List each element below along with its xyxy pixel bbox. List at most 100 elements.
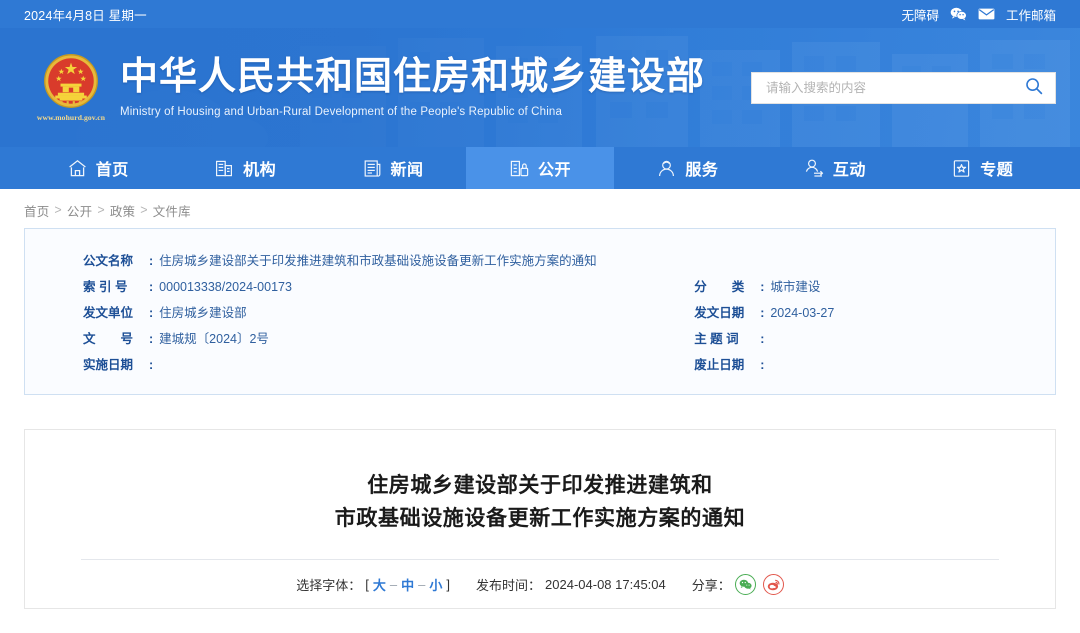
metadata-row-effective-date: 实施日期 : [83,352,684,378]
metadata-colon: : [149,332,154,346]
wechat-share-icon[interactable] [734,574,756,596]
metadata-row-issue-date: 发文日期 : 2024-03-27 [694,300,1055,326]
publish-time-label: 发布时间： [476,578,542,594]
breadcrumb-item-0[interactable]: 首页 [24,201,49,220]
font-dash: – [418,577,426,593]
metadata-row-index-no: 索 引 号 : 000013338/2024-00173 [83,274,684,300]
search-box[interactable] [751,71,1056,104]
top-utility-links: 无障碍 工作邮箱 [901,5,1056,24]
site-title-block: 中华人民共和国住房和城乡建设部 Ministry of Housing and … [120,56,706,118]
breadcrumb-separator: > [97,203,105,217]
metadata-value-doc-number: 建城规〔2024〕2号 [159,332,269,346]
metadata-colon: : [760,332,765,346]
site-title-cn: 中华人民共和国住房和城乡建设部 [120,56,706,99]
bracket-open: [ [365,577,369,593]
metadata-colon: : [760,280,765,294]
wechat-icon[interactable] [950,7,967,21]
metadata-value-issuing-unit: 住房城乡建设部 [159,306,247,320]
weibo-share-icon[interactable] [762,574,784,596]
metadata-colon: : [149,280,154,294]
article-title: 住房城乡建设部关于印发推进建筑和 市政基础设施设备更新工作实施方案的通知 [81,470,999,535]
metadata-label: 公文名称 [83,254,134,268]
nav-label-organization: 机构 [243,162,277,179]
metadata-row-abolish-date: 废止日期 : [694,352,1055,378]
metadata-column-left: 公文名称 : 住房城乡建设部关于印发推进建筑和市政基础设施设备更新工作实施方案的… [25,248,684,378]
metadata-column-right: 分 类 : 城市建设 发文日期 : 2024-03-27 主 题 词 : 废止日… [684,248,1055,378]
font-size-medium-link[interactable]: 中 [401,575,414,594]
nav-label-news: 新闻 [390,162,424,179]
metadata-value-doc-name: 住房城乡建设部关于印发推进建筑和市政基础设施设备更新工作实施方案的通知 [159,254,597,268]
publish-time-value: 2024-04-08 17:45:04 [545,577,666,593]
nav-item-service[interactable]: 服务 [614,147,761,189]
font-size-selector: 选择字体： [ 大 – 中 – 小 ] [296,575,450,594]
metadata-colon: : [149,306,154,320]
breadcrumb-separator: > [54,203,62,217]
font-size-large-link[interactable]: 大 [373,575,386,594]
home-icon [67,158,88,179]
publish-time-block: 发布时间： 2024-04-08 17:45:04 [476,575,666,594]
share-label: 分享： [691,578,731,594]
share-block: 分享： [691,574,784,596]
metadata-colon: : [149,358,154,372]
document-metadata-panel: 公文名称 : 住房城乡建设部关于印发推进建筑和市政基础设施设备更新工作实施方案的… [24,228,1056,395]
article-toolbar: 选择字体： [ 大 – 中 – 小 ] 发布时间： 2024-04-08 17:… [81,574,999,596]
site-url-label: www.mohurd.gov.cn [36,113,106,122]
metadata-value-issue-date: 2024-03-27 [770,306,835,320]
breadcrumb-item-3[interactable]: 文件库 [153,201,191,220]
site-title-en: Ministry of Housing and Urban-Rural Deve… [120,105,562,118]
news-icon [362,158,383,179]
nav-item-organization[interactable]: 机构 [171,147,318,189]
emblem-block: www.mohurd.gov.cn [36,53,106,122]
metadata-label: 文 号 [83,332,134,346]
share-icon-list [734,574,784,596]
search-button[interactable] [1025,77,1043,98]
open-info-icon [509,158,530,179]
breadcrumb-item-1[interactable]: 公开 [67,201,92,220]
mail-icon[interactable] [978,8,995,20]
nav-item-topics[interactable]: 专题 [909,147,1056,189]
metadata-label: 分 类 [694,280,745,294]
metadata-label: 发文日期 [694,306,745,320]
article-title-line-1: 住房城乡建设部关于印发推进建筑和 [367,474,713,497]
bracket-close: ] [446,577,451,593]
star-document-icon [951,158,972,179]
nav-item-interaction[interactable]: 互动 [761,147,908,189]
nav-label-service: 服务 [685,162,719,179]
article-title-line-2: 市政基础设施设备更新工作实施方案的通知 [334,506,746,530]
interaction-icon [804,158,825,179]
metadata-label: 主 题 词 [694,332,739,346]
current-date: 2024年4月8日 星期一 [24,8,147,23]
metadata-row-category: 分 类 : 城市建设 [694,274,1055,300]
article-divider [81,559,999,561]
breadcrumb-separator: > [140,203,148,217]
metadata-label: 发文单位 [83,306,134,320]
font-size-small-link[interactable]: 小 [429,575,442,594]
font-size-label: 选择字体： [296,578,362,594]
metadata-value-index-no: 000013338/2024-00173 [159,280,292,294]
metadata-value-category: 城市建设 [770,280,821,294]
metadata-label: 实施日期 [83,358,134,372]
metadata-row-doc-number: 文 号 : 建城规〔2024〕2号 [83,326,684,352]
nav-item-home[interactable]: 首页 [24,147,171,189]
accessibility-link[interactable]: 无障碍 [901,5,939,24]
metadata-label: 索 引 号 [83,280,128,294]
site-masthead: www.mohurd.gov.cn 中华人民共和国住房和城乡建设部 Minist… [0,28,1080,147]
top-utility-bar: 2024年4月8日 星期一 无障碍 工作邮箱 [0,0,1080,28]
article-card: 住房城乡建设部关于印发推进建筑和 市政基础设施设备更新工作实施方案的通知 选择字… [24,429,1056,609]
service-person-icon [656,158,677,179]
search-icon [1025,77,1043,98]
metadata-label: 废止日期 [694,358,745,372]
metadata-colon: : [149,254,154,268]
search-input[interactable] [766,80,1025,95]
metadata-row-keywords: 主 题 词 : [694,326,1055,352]
nav-label-home: 首页 [95,162,129,179]
work-mail-link[interactable]: 工作邮箱 [1006,5,1056,24]
breadcrumb-item-2[interactable]: 政策 [110,201,135,220]
nav-item-news[interactable]: 新闻 [319,147,466,189]
building-icon [214,158,235,179]
metadata-colon: : [760,358,765,372]
nav-item-open-info[interactable]: 公开 [466,147,614,189]
nav-label-open-info: 公开 [537,162,571,179]
font-dash: – [389,577,398,593]
main-navigation: 首页 机构 新闻 公开 服务 互动 专题 [0,147,1080,189]
